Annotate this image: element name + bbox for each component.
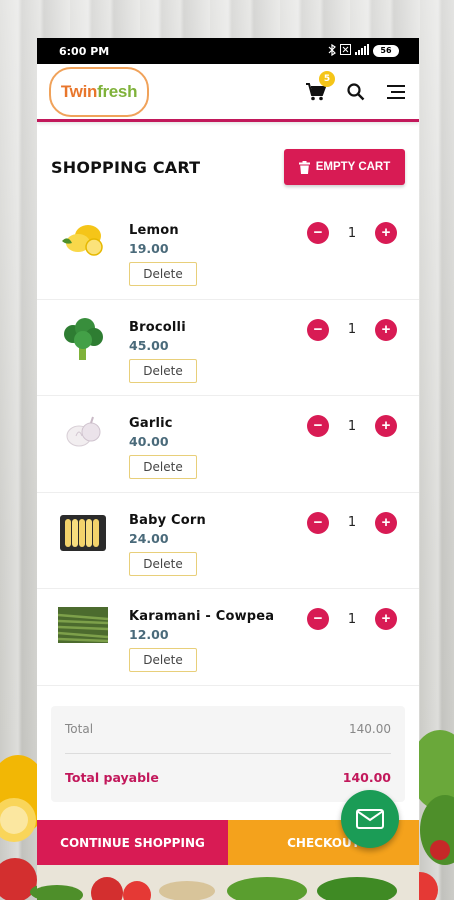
logo-text-twin: Twin: [60, 81, 98, 101]
garlic-icon: [66, 416, 101, 447]
quantity-value: 1: [347, 611, 357, 627]
increase-quantity-button[interactable]: +: [375, 318, 397, 341]
total-payable-label: Total payable: [65, 770, 159, 785]
cart-count-badge: 5: [319, 70, 335, 87]
increase-quantity-button[interactable]: +: [375, 608, 397, 630]
cowpea-icon: [58, 607, 108, 643]
cart-item: Lemon 19.00 Delete − 1 +: [37, 203, 419, 300]
baby-corn-icon: [60, 514, 106, 551]
decrease-quantity-button[interactable]: −: [307, 608, 329, 630]
order-summary: Total 140.00 Total payable 140.00: [51, 705, 405, 802]
decrease-quantity-button[interactable]: −: [307, 318, 329, 341]
cart-item: Karamani - Cowpea 12.00 Delete − 1 +: [37, 589, 419, 686]
quantity-stepper: − 1 +: [307, 318, 397, 341]
quantity-value: 1: [347, 515, 357, 530]
battery-level: 56: [380, 46, 392, 55]
footer-vegetables-image: [37, 865, 419, 900]
status-bar: 6:00 PM 56: [37, 38, 419, 64]
hamburger-menu-icon: [387, 84, 405, 99]
cart-item: Baby Corn 24.00 Delete − 1 +: [37, 493, 419, 589]
logo-text-fresh: fresh: [97, 81, 138, 101]
cart-item: Brocolli 45.00 Delete − 1 +: [37, 300, 419, 396]
total-payable-value: 140.00: [342, 770, 391, 785]
increase-quantity-button[interactable]: +: [375, 511, 397, 534]
cart-item: Garlic 40.00 Delete − 1 +: [37, 396, 419, 493]
delete-button[interactable]: Delete: [129, 648, 197, 672]
quantity-stepper: − 1 +: [307, 511, 397, 534]
quantity-value: 1: [347, 418, 357, 434]
data-icon: [340, 44, 351, 58]
app-window: 6:00 PM 56 Twin fresh 5 SHOPPING CART EM…: [37, 38, 419, 900]
quantity-value: 1: [347, 322, 357, 337]
twin-fresh-logo[interactable]: Twin fresh: [49, 66, 149, 117]
increase-quantity-button[interactable]: +: [375, 415, 397, 437]
envelope-icon: [356, 809, 384, 829]
quantity-stepper: − 1 +: [307, 222, 397, 244]
total-value: 140.00: [349, 722, 391, 736]
message-fab-button[interactable]: [341, 790, 399, 848]
search-icon: [347, 82, 365, 100]
cart-button[interactable]: 5: [305, 70, 335, 103]
page-title: SHOPPING CART: [51, 157, 201, 177]
search-button[interactable]: [345, 81, 367, 103]
delete-button[interactable]: Delete: [129, 455, 197, 479]
cart-items-list: Lemon 19.00 Delete − 1 + Brocolli 45.00 …: [37, 203, 419, 686]
battery-icon: 56: [373, 45, 399, 57]
delete-button[interactable]: Delete: [129, 262, 197, 286]
menu-button[interactable]: [385, 81, 407, 103]
signal-icon: [355, 44, 369, 58]
increase-quantity-button[interactable]: +: [375, 222, 397, 244]
decrease-quantity-button[interactable]: −: [307, 222, 329, 244]
trash-icon: [298, 160, 310, 174]
status-time: 6:00 PM: [59, 44, 110, 58]
quantity-stepper: − 1 +: [307, 415, 397, 437]
lemon-icon: [62, 225, 103, 256]
quantity-value: 1: [347, 225, 357, 241]
empty-cart-label: EMPTY CART: [315, 161, 391, 173]
bluetooth-icon: [328, 43, 336, 59]
app-header: Twin fresh 5: [37, 64, 419, 122]
empty-cart-button[interactable]: EMPTY CART: [284, 149, 405, 185]
delete-button[interactable]: Delete: [129, 551, 197, 576]
total-label: Total: [65, 722, 94, 736]
continue-shopping-button[interactable]: CONTINUE SHOPPING: [37, 820, 228, 865]
quantity-stepper: − 1 +: [307, 608, 397, 630]
broccoli-icon: [64, 317, 103, 360]
decrease-quantity-button[interactable]: −: [307, 415, 329, 437]
delete-button[interactable]: Delete: [129, 358, 197, 383]
decrease-quantity-button[interactable]: −: [307, 511, 329, 534]
